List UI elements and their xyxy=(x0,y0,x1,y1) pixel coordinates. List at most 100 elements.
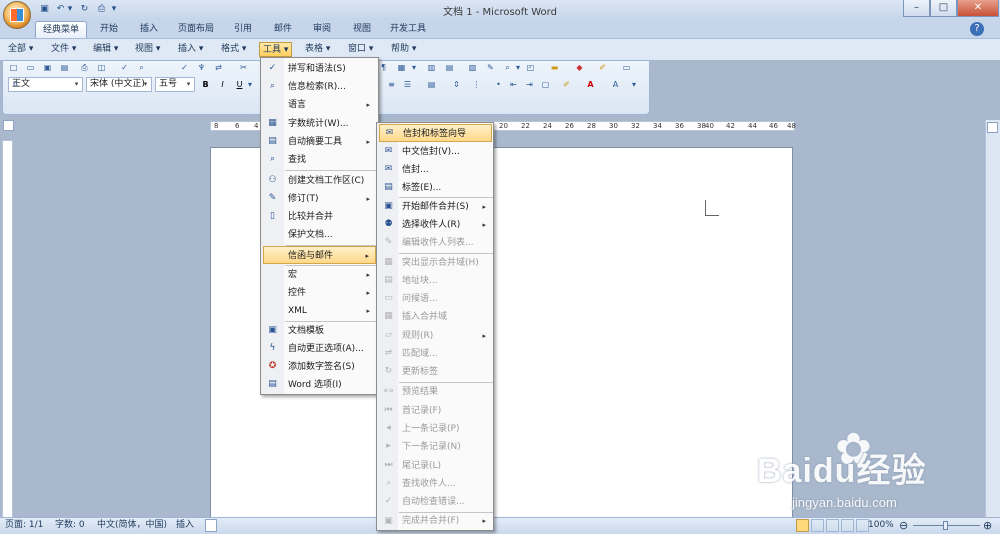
italic-icon[interactable]: I xyxy=(216,78,229,91)
folder-icon[interactable]: ▬ xyxy=(548,61,561,74)
zoom-icon[interactable]: ⌕ xyxy=(501,61,514,74)
menu-item-find-recipient[interactable]: ⌕ 查找收件人... xyxy=(379,475,492,493)
menu-item-controls[interactable]: 控件 ▸ xyxy=(263,284,376,302)
permission-icon[interactable]: ▤ xyxy=(58,61,71,74)
menu-help[interactable]: 帮助 ▾ xyxy=(388,42,419,57)
spell-check-icon[interactable]: ✓ xyxy=(178,61,191,74)
align-center-icon[interactable]: ≡ xyxy=(385,78,398,91)
highlight-icon[interactable]: ✐ xyxy=(560,78,573,91)
menu-item-greeting-line[interactable]: ▭ 问候语... xyxy=(379,290,492,308)
tab-page-layout[interactable]: 页面布局 xyxy=(172,21,220,38)
cut-icon[interactable]: ✂ xyxy=(237,61,250,74)
tab-home[interactable]: 开始 xyxy=(92,21,126,38)
font-combo[interactable]: 宋体 (中文正) ▾ xyxy=(86,77,152,92)
drawing-icon[interactable]: ▤ xyxy=(443,61,456,74)
text-box-icon[interactable]: ▭ xyxy=(620,61,633,74)
menu-item-doc-workspace[interactable]: ⚇ 创建文档工作区(C) xyxy=(263,172,376,190)
menu-item-edit-recipient-list[interactable]: ✎ 编辑收件人列表... xyxy=(379,234,492,252)
decrease-indent-icon[interactable]: ⇤ xyxy=(507,78,520,91)
status-mode[interactable]: 插入 xyxy=(176,519,194,532)
menu-item-envelopes[interactable]: ✉ 信封... xyxy=(379,161,492,179)
status-page[interactable]: 页面: 1/1 xyxy=(5,519,43,532)
menu-item-finish-merge[interactable]: ▣ 完成并合并(F) ▸ xyxy=(379,513,492,529)
menu-window[interactable]: 窗口 ▾ xyxy=(345,42,376,57)
menu-item-rules[interactable]: ▱ 规则(R) ▸ xyxy=(379,327,492,345)
menu-item-xml[interactable]: XML ▸ xyxy=(263,302,376,320)
show-hide-icon[interactable]: ✎ xyxy=(484,61,497,74)
menu-item-protect[interactable]: 保护文档... xyxy=(263,226,376,244)
menu-item-first-record[interactable]: ⏮ 首记录(F) xyxy=(379,402,492,420)
menu-format[interactable]: 格式 ▾ xyxy=(218,42,249,57)
status-words[interactable]: 字数: 0 xyxy=(55,519,85,532)
menu-item-highlight-fields[interactable]: ▦ 突出显示合并域(H) xyxy=(379,254,492,272)
full-screen-icon[interactable]: ◰ xyxy=(524,61,537,74)
maximize-button[interactable]: □ xyxy=(930,0,957,17)
spelling-toolbar-icon[interactable]: ✓ xyxy=(118,61,131,74)
menu-item-preview-results[interactable]: «» 预览结果 xyxy=(379,383,492,401)
outline-view-icon[interactable] xyxy=(841,519,854,532)
menu-item-research[interactable]: ⌕ 信息检索(R)... xyxy=(263,78,376,96)
styles-pane-icon[interactable]: A xyxy=(9,78,22,91)
menu-item-letters-mailings[interactable]: 信函与邮件 ▸ xyxy=(263,246,376,264)
increase-indent-icon[interactable]: ⇥ xyxy=(523,78,536,91)
tab-classic-menu[interactable]: 经典菜单 xyxy=(35,21,87,38)
chevron-down-icon[interactable]: ▾ xyxy=(184,79,193,90)
underline-dropdown-icon[interactable]: ▾ xyxy=(246,78,254,91)
menu-tools[interactable]: 工具 ▾ xyxy=(259,42,293,57)
document-map-icon[interactable]: ▧ xyxy=(466,61,479,74)
vertical-scrollbar[interactable] xyxy=(985,120,1000,518)
menu-item-auto-summarize[interactable]: ▤ 自动摘要工具 ▸ xyxy=(263,133,376,151)
chevron-down-icon[interactable]: ▾ xyxy=(141,79,150,90)
print-layout-view-icon[interactable] xyxy=(796,519,809,532)
numbering-icon[interactable]: ⋮ xyxy=(470,78,483,91)
close-button[interactable]: ✕ xyxy=(957,0,999,17)
menu-item-envelope-label-wizard[interactable]: ✉ 信封和标签向导 xyxy=(379,124,492,142)
menu-item-macro[interactable]: 宏 ▸ xyxy=(263,266,376,284)
tab-mailings[interactable]: 邮件 xyxy=(266,21,300,38)
font-size-combo[interactable]: 五号 ▾ xyxy=(155,77,195,92)
menu-item-find[interactable]: ⌕ 查找 xyxy=(263,151,376,169)
open-icon[interactable]: ▭ xyxy=(24,61,37,74)
columns-icon[interactable]: ▥ xyxy=(425,61,438,74)
menu-item-labels[interactable]: ▤ 标签(E)... xyxy=(379,179,492,197)
menu-table[interactable]: 表格 ▾ xyxy=(302,42,333,57)
menu-all[interactable]: 全部 ▾ xyxy=(5,42,36,57)
menu-item-start-mail-merge[interactable]: ▣ 开始邮件合并(S) ▸ xyxy=(379,198,492,216)
menu-item-word-count[interactable]: ▦ 字数统计(W)... xyxy=(263,115,376,133)
table-insert-icon[interactable]: ▦ xyxy=(395,61,408,74)
save-toolbar-icon[interactable]: ▣ xyxy=(41,61,54,74)
menu-item-next-record[interactable]: ▸ 下一条记录(N) xyxy=(379,438,492,456)
menu-item-templates[interactable]: ▣ 文档模板 xyxy=(263,322,376,340)
tab-developer[interactable]: 开发工具 xyxy=(385,21,431,38)
shapes-icon[interactable]: ◆ xyxy=(573,61,586,74)
menu-item-insert-merge-field[interactable]: ▦ 插入合并域 xyxy=(379,308,492,326)
view-ruler-button[interactable] xyxy=(987,122,998,133)
menu-item-language[interactable]: 语言 ▸ xyxy=(263,96,376,114)
line-spacing-icon[interactable]: ⇕ xyxy=(450,78,463,91)
minimize-button[interactable]: – xyxy=(903,0,930,17)
bold-icon[interactable]: B xyxy=(199,78,212,91)
menu-item-autocorrect[interactable]: ϟ 自动更正选项(A)... xyxy=(263,340,376,358)
highlight-tool-icon[interactable]: ✐ xyxy=(596,61,609,74)
menu-item-update-labels[interactable]: ↻ 更新标签 xyxy=(379,363,492,381)
tab-selector[interactable] xyxy=(3,120,14,131)
thesaurus-icon[interactable]: ♆ xyxy=(195,61,208,74)
menu-item-last-record[interactable]: ⏭ 尾记录(L) xyxy=(379,457,492,475)
new-document-icon[interactable]: □ xyxy=(7,61,20,74)
tab-review[interactable]: 审阅 xyxy=(305,21,339,38)
menu-item-compare[interactable]: ▯ 比较并合并 xyxy=(263,208,376,226)
zoom-in-icon[interactable]: ⊕ xyxy=(983,519,992,532)
distributed-icon[interactable]: ▤ xyxy=(425,78,438,91)
menu-item-previous-record[interactable]: ◂ 上一条记录(P) xyxy=(379,420,492,438)
chevron-down-icon[interactable]: ▾ xyxy=(72,79,81,90)
zoom-dropdown-icon[interactable]: ▾ xyxy=(514,61,522,74)
zoom-out-icon[interactable]: ⊖ xyxy=(899,519,908,532)
menu-insert[interactable]: 插入 ▾ xyxy=(175,42,206,57)
tab-references[interactable]: 引用 xyxy=(226,21,260,38)
status-language[interactable]: 中文(简体，中国) xyxy=(97,519,167,532)
bullets-icon[interactable]: • xyxy=(492,78,505,91)
zoom-slider-thumb[interactable] xyxy=(943,521,948,530)
menu-edit[interactable]: 编辑 ▾ xyxy=(90,42,121,57)
menu-file[interactable]: 文件 ▾ xyxy=(48,42,79,57)
menu-item-word-options[interactable]: ▤ Word 选项(I) xyxy=(263,376,376,394)
